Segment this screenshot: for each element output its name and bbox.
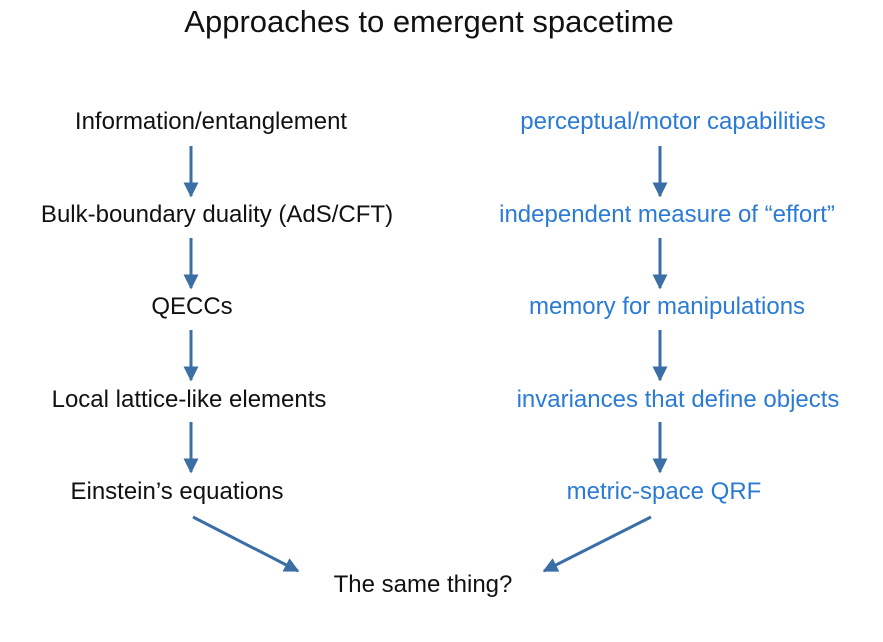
arrow-right-to-conclusion [542,515,652,573]
left-node-bulk-boundary-duality: Bulk-boundary duality (AdS/CFT) [40,201,394,228]
arrow-left-to-conclusion [192,515,300,573]
left-node-einsteins-equations: Einstein’s equations [70,478,284,505]
slide: Approaches to emergent spacetime Informa… [0,0,883,642]
right-node-perceptual-motor-capabilities: perceptual/motor capabilities [520,108,826,135]
right-node-metric-space-qrf: metric-space QRF [566,478,762,505]
right-node-independent-measure-of-effort: independent measure of “effort” [499,201,835,228]
right-node-invariances-define-objects: invariances that define objects [516,386,840,413]
right-node-memory-for-manipulations: memory for manipulations [528,293,806,320]
left-node-qeccs: QECCs [151,293,233,320]
left-node-local-lattice-elements: Local lattice-like elements [51,386,327,413]
conclusion-node: The same thing? [333,571,513,598]
left-node-information-entanglement: Information/entanglement [74,108,348,135]
